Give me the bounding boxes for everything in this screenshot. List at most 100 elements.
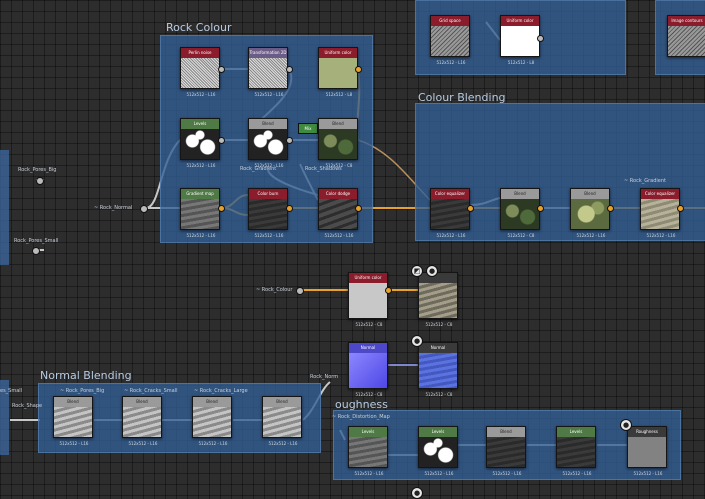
- node-header: Blend: [487, 427, 525, 437]
- output-badge-icon: ●: [426, 265, 438, 277]
- output-badge-icon: ●: [411, 335, 423, 347]
- node-nb-blend-4[interactable]: Blend 512x512 - L16: [262, 396, 302, 446]
- node-header: Blend: [123, 397, 161, 407]
- label-rock-gradient-2: ~ Rock_Gradient: [624, 178, 666, 184]
- node-blend-camo[interactable]: Blend 512x512 - C8: [318, 118, 358, 168]
- node-header: Blend: [319, 119, 357, 129]
- node-color-equalizer-2[interactable]: Color equalizer 512x512 - L16: [640, 188, 680, 238]
- node-caption: 512x512 - L16: [576, 233, 606, 238]
- node-caption: 512x512 - L16: [324, 233, 354, 238]
- node-thumbnail: [349, 353, 387, 388]
- node-header: Normal: [349, 343, 387, 353]
- node-caption: 512x512 - C8: [355, 322, 383, 327]
- node-uniform-color-olive[interactable]: Uniform color 512x512 - L8: [318, 47, 358, 97]
- node-color-equalizer-1[interactable]: Color equalizer 512x512 - L16: [430, 188, 470, 238]
- node-thumbnail: [668, 26, 705, 56]
- node-header: Levels: [419, 427, 457, 437]
- frame-title-colour-blending: Colour Blending: [418, 91, 506, 104]
- node-thumbnail: [181, 129, 219, 159]
- node-thumbnail: [501, 199, 539, 229]
- output-port[interactable]: [537, 205, 544, 212]
- node-roughness-output[interactable]: Roughness 512x512 - L16: [627, 426, 667, 476]
- node-thumbnail: [54, 407, 92, 437]
- node-caption: 512x512 - L8: [325, 92, 353, 97]
- output-port[interactable]: [607, 205, 614, 212]
- node-normal[interactable]: Normal 512x512 - C8: [348, 342, 388, 397]
- node-uniform-color-gray[interactable]: Uniform color 512x512 - C8: [348, 272, 388, 327]
- node-thumbnail: [181, 58, 219, 88]
- node-grid-space[interactable]: Grid space 512x512 - L16: [430, 15, 470, 65]
- label-nb-cracks-small: ~ Rock_Cracks_Small: [124, 388, 178, 394]
- node-thumbnail: [628, 437, 666, 467]
- output-port[interactable]: [218, 205, 225, 212]
- node-thumbnail: [349, 437, 387, 467]
- label-nb-pores-big: ~ Rock_Pores_Big: [60, 388, 105, 394]
- node-rough-blend[interactable]: Blend 512x512 - L16: [486, 426, 526, 476]
- node-caption: 512x512 - L16: [436, 60, 466, 65]
- output-port[interactable]: [286, 137, 293, 144]
- node-header: Blend: [249, 119, 287, 129]
- node-output-normal[interactable]: Normal 512x512 - C8: [418, 342, 458, 397]
- output-badge-icon: ●: [411, 487, 423, 499]
- node-output-basecolor[interactable]: 512x512 - C8: [418, 272, 458, 327]
- left-frame-edge: [0, 150, 9, 265]
- node-thumbnail: [431, 199, 469, 229]
- node-color-burn[interactable]: Color burn 512x512 - L16: [248, 188, 288, 238]
- node-rough-levels-2[interactable]: Levels 512x512 - L16: [418, 426, 458, 476]
- node-caption: 512x512 - L16: [646, 233, 676, 238]
- output-port[interactable]: [355, 205, 362, 212]
- output-port[interactable]: [218, 66, 225, 73]
- output-port[interactable]: [218, 137, 225, 144]
- node-header: Color burn: [249, 189, 287, 199]
- node-caption: 512x512 - L16: [198, 441, 228, 446]
- node-thumbnail: [319, 58, 357, 88]
- node-header: Uniform color: [319, 48, 357, 58]
- node-caption: 512x512 - L16: [186, 92, 216, 97]
- label-rock-pores-big: Rock_Pores_Big: [18, 167, 57, 173]
- node-levels[interactable]: Levels 512x512 - L16: [180, 118, 220, 168]
- output-port[interactable]: [355, 66, 362, 73]
- node-header: Perlin noise: [181, 48, 219, 58]
- node-transformation-2d[interactable]: Transformation 2D 512x512 - L16: [248, 47, 288, 97]
- node-blend-c8[interactable]: Blend 512x512 - C8: [500, 188, 540, 238]
- node-thumbnail: [263, 407, 301, 437]
- node-caption: 512x512 - L16: [254, 233, 284, 238]
- node-caption: 512x512 - L16: [354, 471, 384, 476]
- label-pores-small-left: es_Small: [0, 388, 23, 394]
- node-gradient-map[interactable]: Gradient map 512x512 - L16: [180, 188, 220, 238]
- node-thumbnail: [487, 437, 525, 467]
- output-port[interactable]: [286, 66, 293, 73]
- node-color-dodge[interactable]: Color dodge 512x512 - L16: [318, 188, 358, 238]
- node-nb-blend-3[interactable]: Blend 512x512 - L16: [192, 396, 232, 446]
- output-port[interactable]: [385, 287, 392, 294]
- input-dot[interactable]: [36, 177, 44, 185]
- node-blend-bw[interactable]: Blend 512x512 - L16: [248, 118, 288, 168]
- input-dot[interactable]: [296, 287, 304, 295]
- node-nb-blend-1[interactable]: Blend 512x512 - L16: [53, 396, 93, 446]
- label-rock-shadows: Rock_Shadows: [305, 166, 342, 172]
- output-port[interactable]: [537, 35, 544, 42]
- label-rock-normal: ~ Rock_Normal: [94, 205, 133, 211]
- node-header: Grid space: [431, 16, 469, 26]
- node-blend-l16[interactable]: Blend 512x512 - L16: [570, 188, 610, 238]
- output-port[interactable]: [286, 205, 293, 212]
- output-port[interactable]: [467, 205, 474, 212]
- node-uniform-color-top[interactable]: Uniform color 512x512 - L8: [500, 15, 540, 65]
- node-nb-blend-2[interactable]: Blend 512x512 - L16: [122, 396, 162, 446]
- input-dot[interactable]: [32, 247, 40, 255]
- node-rough-levels-3[interactable]: Levels 512x512 - L16: [556, 426, 596, 476]
- node-header: Normal: [419, 343, 457, 353]
- label-rock-norm: Rock_Norm: [310, 374, 339, 380]
- input-dot[interactable]: [140, 205, 148, 213]
- node-header: Levels: [349, 427, 387, 437]
- node-header: Gradient map: [181, 189, 219, 199]
- node-rough-levels-1[interactable]: Levels 512x512 - L16: [348, 426, 388, 476]
- node-perlin-noise[interactable]: Perlin noise 512x512 - L16: [180, 47, 220, 97]
- node-image-contours[interactable]: Image contours: [667, 15, 705, 57]
- label-rock-shape: Rock_Shape: [12, 403, 43, 409]
- node-thumbnail: [319, 129, 357, 159]
- output-port[interactable]: [677, 205, 684, 212]
- node-header: Color equalizer: [641, 189, 679, 199]
- node-thumbnail: [193, 407, 231, 437]
- mix-node[interactable]: Mix: [298, 123, 318, 134]
